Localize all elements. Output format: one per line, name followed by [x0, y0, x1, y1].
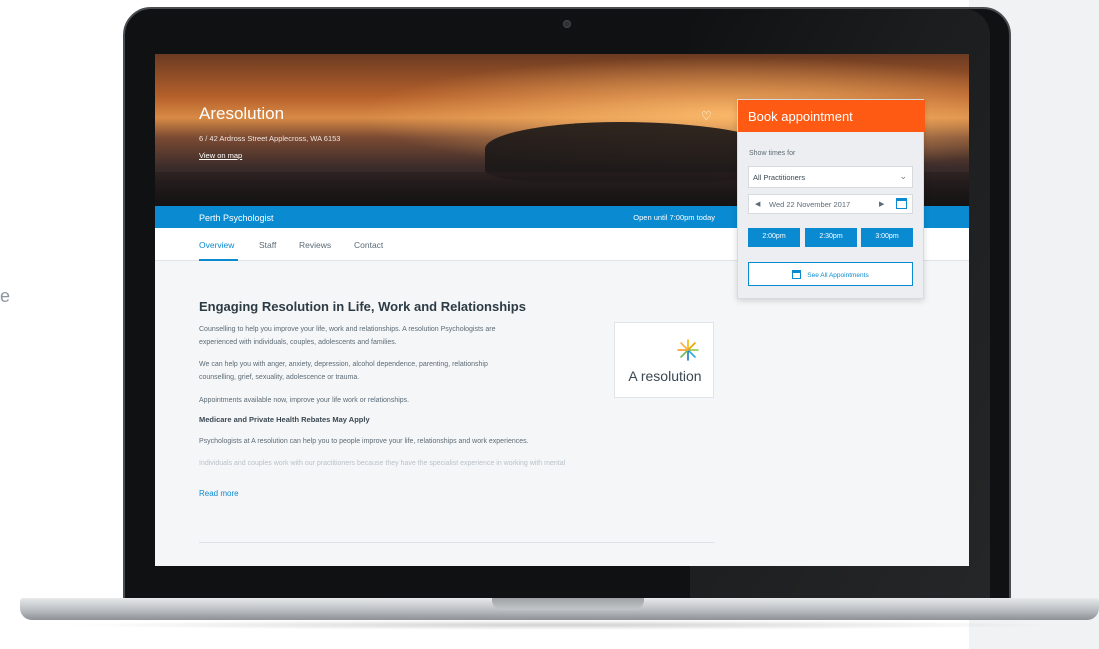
opening-hours: Open until 7:00pm today [633, 213, 715, 222]
view-on-map-link[interactable]: View on map [199, 151, 242, 160]
sunburst-logo-icon [677, 339, 699, 361]
active-tab-indicator [199, 259, 238, 261]
laptop-notch [492, 598, 644, 610]
next-date-arrow-icon[interactable]: ▶ [879, 200, 884, 208]
logo-wordmark: A resolution [628, 368, 702, 384]
time-slot-button[interactable]: 3:00pm [861, 228, 913, 247]
calendar-icon [792, 270, 802, 279]
paragraph-1-line-2: experienced with individuals, couples, a… [199, 339, 397, 346]
business-address: 6 / 42 Ardross Street Applecross, WA 615… [199, 134, 341, 143]
tab-contact[interactable]: Contact [354, 240, 383, 250]
content-divider [199, 542, 714, 543]
tab-reviews[interactable]: Reviews [299, 240, 331, 250]
laptop-shadow [60, 620, 1060, 630]
paragraph-5-faded: Individuals and couples work with our pr… [199, 460, 566, 467]
show-times-label: Show times for [749, 150, 796, 157]
side-text-fragment: e [0, 286, 11, 306]
see-all-appointments-button[interactable]: See All Appointments [748, 262, 913, 286]
paragraph-3: Appointments available now, improve your… [199, 397, 410, 404]
laptop-screen: Aresolution 6 / 42 Ardross Street Applec… [155, 54, 969, 566]
time-slot-button[interactable]: 2:30pm [805, 228, 857, 247]
category-label: Perth Psychologist [199, 213, 274, 223]
booking-title: Book appointment [738, 100, 925, 132]
see-all-label: See All Appointments [807, 272, 869, 280]
stage: e Aresolution 6 / 42 Ardross Street Appl… [0, 0, 1099, 649]
selected-date: Wed 22 November 2017 [769, 200, 851, 209]
practitioner-select[interactable]: All Practitioners ⌄ [748, 166, 913, 188]
camera-icon [563, 20, 571, 28]
paragraph-2-line-1: We can help you with anger, anxiety, dep… [199, 361, 488, 368]
content-heading: Engaging Resolution in Life, Work and Re… [199, 299, 526, 314]
business-logo: A resolution [614, 322, 714, 398]
read-more-link[interactable]: Read more [199, 489, 239, 498]
tab-staff[interactable]: Staff [259, 240, 276, 250]
date-picker: ◀ Wed 22 November 2017 ▶ [748, 194, 913, 214]
tab-overview[interactable]: Overview [199, 240, 234, 250]
calendar-icon[interactable] [896, 198, 907, 209]
paragraph-2-line-2: counselling, grief, sexuality, adolescen… [199, 374, 360, 381]
paragraph-4: Psychologists at A resolution can help y… [199, 438, 529, 445]
heart-icon[interactable]: ♡ [701, 109, 712, 123]
paragraph-1-line-1: Counselling to help you improve your lif… [199, 326, 496, 333]
prev-date-arrow-icon[interactable]: ◀ [755, 200, 760, 208]
time-slot-button[interactable]: 2:00pm [748, 228, 800, 247]
practitioner-value: All Practitioners [753, 173, 806, 182]
business-name: Aresolution [199, 104, 285, 123]
overview-content: Engaging Resolution in Life, Work and Re… [199, 299, 714, 543]
rebates-subheading: Medicare and Private Health Rebates May … [199, 415, 370, 424]
booking-widget: Book appointment Show times for All Prac… [737, 99, 925, 299]
chevron-down-icon: ⌄ [899, 171, 907, 181]
